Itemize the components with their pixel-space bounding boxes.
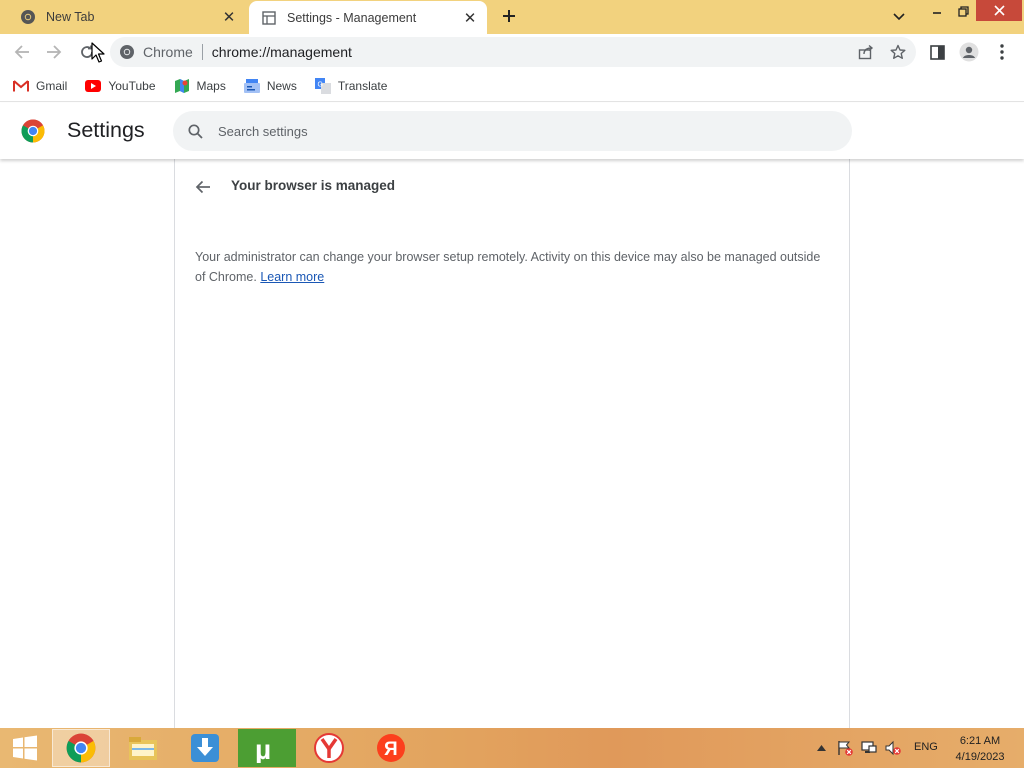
settings-header: Settings <box>0 103 1024 159</box>
system-clock[interactable]: 6:21 AM 4/19/2023 <box>950 733 1010 765</box>
close-tab-icon[interactable]: ✕ <box>220 8 238 26</box>
gmail-icon <box>12 78 30 94</box>
management-description: Your administrator can change your brows… <box>195 247 825 287</box>
taskbar-file-explorer[interactable] <box>114 729 172 767</box>
close-tab-icon[interactable]: ✕ <box>461 9 479 27</box>
minimize-button[interactable] <box>924 0 950 22</box>
news-icon <box>243 78 261 94</box>
bookmark-maps[interactable]: Maps <box>173 78 226 94</box>
taskbar-utorrent[interactable]: µ <box>238 729 296 767</box>
document-icon <box>261 10 277 26</box>
settings-content: Your browser is managed Your administrat… <box>0 159 1024 728</box>
bookmark-label: Gmail <box>36 78 68 93</box>
bookmarks-bar: Gmail YouTube Maps News G Translate <box>0 70 1024 102</box>
back-button[interactable] <box>7 37 37 67</box>
translate-icon: G <box>314 77 332 94</box>
volume-muted-icon[interactable] <box>884 738 902 758</box>
tab-search-button[interactable] <box>888 6 910 28</box>
windows-taskbar: µ Я ENG 6:21 AM 4/19/2023 <box>0 728 1024 768</box>
download-manager-icon <box>191 734 219 762</box>
search-settings-field[interactable] <box>173 111 852 151</box>
clock-date: 4/19/2023 <box>955 751 1005 763</box>
taskbar-yandex-browser[interactable] <box>300 729 358 767</box>
learn-more-link[interactable]: Learn more <box>260 270 324 284</box>
yandex-icon: Я <box>377 734 405 762</box>
file-explorer-icon <box>129 737 157 760</box>
network-icon[interactable] <box>860 738 878 758</box>
bookmark-label: Maps <box>196 78 226 93</box>
bookmark-translate[interactable]: G Translate <box>314 77 388 94</box>
forward-button[interactable] <box>39 37 69 67</box>
site-chip: Chrome <box>143 44 193 60</box>
bookmark-news[interactable]: News <box>243 78 297 94</box>
browser-toolbar: Chrome chrome://management <box>0 34 1024 70</box>
maps-icon <box>173 78 191 94</box>
mouse-cursor-icon <box>91 42 105 63</box>
side-panel-button[interactable] <box>922 37 952 67</box>
search-icon <box>185 121 205 141</box>
taskbar-yandex[interactable]: Я <box>362 729 420 767</box>
search-input[interactable] <box>218 123 818 139</box>
bookmark-youtube[interactable]: YouTube <box>84 78 156 94</box>
chrome-logo-icon <box>21 119 45 143</box>
url-text[interactable]: chrome://management <box>212 44 916 60</box>
divider <box>201 44 203 60</box>
tab-settings-management[interactable]: Settings - Management ✕ <box>249 1 487 34</box>
share-icon[interactable] <box>857 43 875 61</box>
svg-text:Я: Я <box>384 739 398 760</box>
tab-title: Settings - Management <box>287 10 417 25</box>
svg-text:µ: µ <box>255 734 271 763</box>
profile-avatar[interactable] <box>954 37 984 67</box>
restore-button[interactable] <box>950 0 976 22</box>
action-center-flag-icon[interactable] <box>836 738 854 758</box>
menu-kebab-icon[interactable] <box>987 37 1017 67</box>
tab-title: New Tab <box>46 10 95 24</box>
bookmark-gmail[interactable]: Gmail <box>12 78 67 94</box>
tab-new-tab[interactable]: New Tab ✕ <box>8 0 246 34</box>
close-window-button[interactable] <box>976 0 1022 21</box>
chrome-icon <box>20 9 36 25</box>
chrome-icon <box>66 733 96 763</box>
show-hidden-icons[interactable] <box>815 738 827 758</box>
bookmark-star-icon[interactable] <box>889 43 907 61</box>
page-title: Settings <box>67 118 145 142</box>
bookmark-label: YouTube <box>108 78 156 93</box>
management-heading: Your browser is managed <box>231 178 396 193</box>
taskbar-chrome[interactable] <box>52 729 110 767</box>
yandex-browser-icon <box>314 733 344 763</box>
taskbar-download-manager[interactable] <box>176 729 234 767</box>
bookmark-label: News <box>266 78 297 93</box>
address-bar[interactable]: Chrome chrome://management <box>110 37 916 67</box>
new-tab-button[interactable] <box>498 5 520 27</box>
youtube-icon <box>84 78 102 94</box>
utorrent-icon: µ <box>255 734 271 763</box>
chrome-icon <box>118 43 136 61</box>
clock-time: 6:21 AM <box>959 735 1001 747</box>
management-card: Your browser is managed Your administrat… <box>174 159 850 728</box>
input-language[interactable]: ENG <box>914 741 938 753</box>
tab-strip: New Tab ✕ Settings - Management ✕ <box>0 0 1024 34</box>
windows-start-icon[interactable] <box>0 728 50 768</box>
bookmark-label: Translate <box>337 78 388 93</box>
back-arrow-icon[interactable] <box>191 175 215 199</box>
svg-text:G: G <box>317 81 322 88</box>
